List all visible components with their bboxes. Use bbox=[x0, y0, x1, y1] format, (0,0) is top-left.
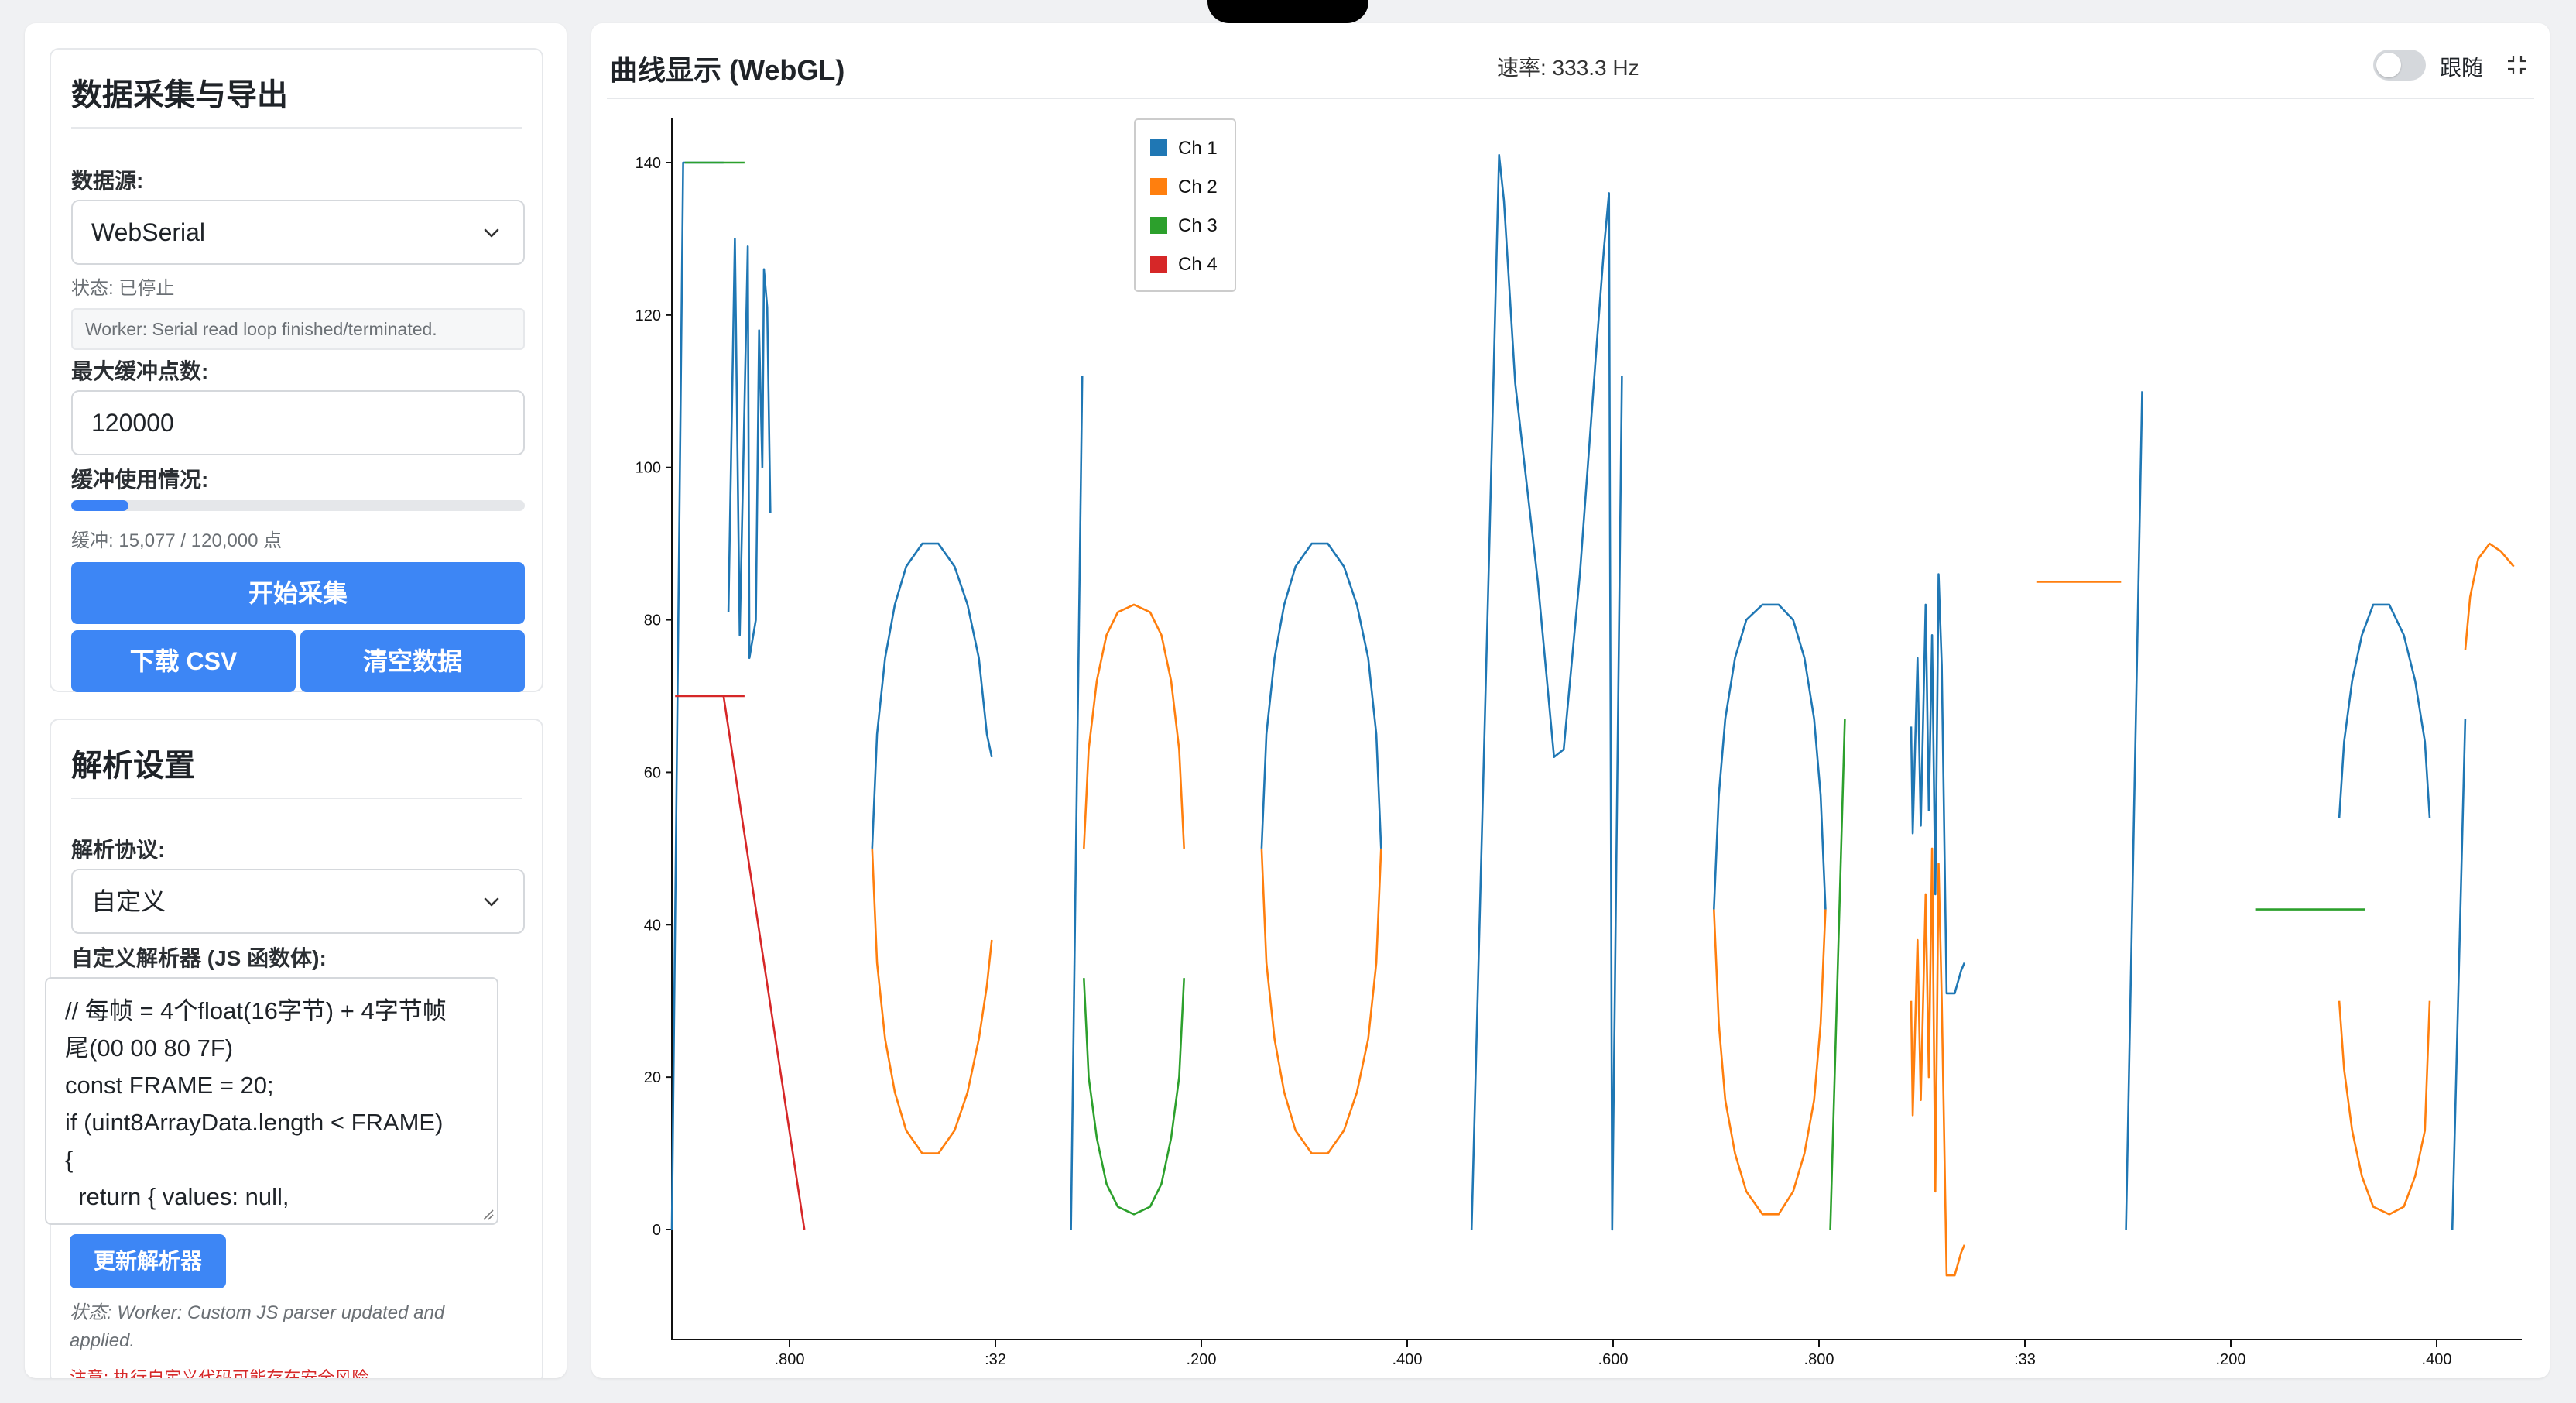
x-tick-label: .400 bbox=[2422, 1351, 2452, 1368]
camera-notch bbox=[1208, 0, 1368, 23]
code-line: frameByteLength: 0 }; bbox=[65, 1216, 486, 1223]
x-tick-label: .800 bbox=[1804, 1351, 1834, 1368]
code-line: return { values: null, bbox=[65, 1183, 289, 1210]
max-buffer-value: 120000 bbox=[91, 409, 174, 437]
code-line: // 每帧 = 4个float(16字节) + 4字节帧 bbox=[65, 997, 447, 1024]
legend-swatch bbox=[1150, 256, 1167, 273]
download-csv-button[interactable]: 下载 CSV bbox=[71, 630, 296, 692]
code-line: 尾(00 00 80 7F) bbox=[65, 1034, 234, 1062]
parser-title: 解析设置 bbox=[71, 749, 195, 783]
protocol-label: 解析协议: bbox=[71, 838, 166, 862]
data-source-label: 数据源: bbox=[71, 169, 144, 193]
buffer-usage-text: 缓冲: 15,077 / 120,000 点 bbox=[71, 530, 283, 551]
y-tick-label: 80 bbox=[644, 612, 661, 629]
chevron-down-icon bbox=[484, 897, 499, 907]
series-line-ch3 bbox=[1083, 978, 1185, 1216]
y-tick-label: 0 bbox=[653, 1222, 661, 1239]
buffer-progress-fill bbox=[71, 500, 128, 511]
protocol-value: 自定义 bbox=[91, 887, 166, 915]
parser-status: 状态: Worker: Custom JS parser updated and… bbox=[70, 1302, 445, 1351]
custom-parser-code-editor[interactable]: // 每帧 = 4个float(16字节) + 4字节帧 尾(00 00 80 … bbox=[45, 977, 498, 1225]
acquisition-status: 状态: 已停止 bbox=[71, 278, 175, 299]
series-line-ch1 bbox=[871, 542, 993, 849]
legend-label: Ch 3 bbox=[1178, 215, 1218, 236]
series-line-ch2 bbox=[1910, 847, 1966, 1277]
legend-label: Ch 1 bbox=[1178, 138, 1218, 159]
protocol-select[interactable]: 自定义 bbox=[71, 869, 525, 934]
x-tick-label: .800 bbox=[775, 1351, 805, 1368]
series-line-ch4 bbox=[722, 695, 806, 1230]
series-line-ch2 bbox=[2464, 542, 2515, 651]
series-line-ch1 bbox=[2451, 719, 2467, 1230]
custom-parser-label: 自定义解析器 (JS 函数体): bbox=[71, 946, 327, 970]
resize-handle-icon[interactable] bbox=[480, 1206, 494, 1220]
worker-message: Worker: Serial read loop finished/termin… bbox=[71, 308, 525, 350]
control-panel: 数据采集与导出 数据源: WebSerial 状态: 已停止 Worker: S… bbox=[25, 23, 567, 1378]
y-tick-label: 120 bbox=[635, 307, 661, 324]
series-line-ch2 bbox=[2338, 1000, 2431, 1216]
legend-swatch bbox=[1150, 217, 1167, 234]
data-source-value: WebSerial bbox=[91, 218, 206, 246]
legend-label: Ch 2 bbox=[1178, 177, 1218, 197]
data-source-select[interactable]: WebSerial bbox=[71, 200, 525, 265]
update-parser-button[interactable]: 更新解析器 bbox=[70, 1234, 226, 1288]
legend-swatch bbox=[1150, 139, 1167, 156]
series-line-ch1 bbox=[2125, 391, 2143, 1230]
x-tick-label: .600 bbox=[1598, 1351, 1629, 1368]
y-tick-label: 100 bbox=[635, 460, 661, 477]
x-tick-label: .200 bbox=[2216, 1351, 2246, 1368]
security-warning: 注意: 执行自定义代码可能存在安全风险 bbox=[70, 1368, 369, 1378]
y-tick-label: 60 bbox=[644, 764, 661, 781]
legend-label: Ch 4 bbox=[1178, 254, 1218, 275]
code-line: { bbox=[65, 1146, 74, 1173]
buffer-usage-label: 缓冲使用情况: bbox=[71, 468, 209, 492]
divider bbox=[71, 127, 522, 129]
series-line-ch2 bbox=[1260, 848, 1382, 1154]
series-line-ch2 bbox=[1083, 603, 1185, 849]
series-line-ch1 bbox=[1070, 376, 1084, 1230]
series-line-ch1 bbox=[1260, 542, 1382, 849]
start-acquisition-button[interactable]: 开始采集 bbox=[71, 562, 525, 624]
x-tick-label: :33 bbox=[2014, 1351, 2036, 1368]
code-line: const FRAME = 20; bbox=[65, 1072, 274, 1099]
buffer-progress-bar bbox=[71, 500, 525, 511]
acquisition-title: 数据采集与导出 bbox=[71, 78, 288, 112]
x-tick-label: :32 bbox=[985, 1351, 1006, 1368]
code-line: if (uint8ArrayData.length < FRAME) bbox=[65, 1109, 444, 1136]
legend-swatch bbox=[1150, 178, 1167, 195]
max-buffer-input[interactable]: 120000 bbox=[71, 390, 525, 455]
max-buffer-label: 最大缓冲点数: bbox=[71, 359, 209, 383]
series-line-ch1 bbox=[1470, 153, 1623, 1231]
y-tick-label: 40 bbox=[644, 917, 661, 934]
chart-panel: 曲线显示 (WebGL) 速率: 333.3 Hz 跟随 0 20 40 60 80 10… bbox=[591, 23, 2550, 1378]
series-line-ch1 bbox=[727, 238, 772, 660]
series-line-ch1 bbox=[1713, 603, 1827, 910]
x-tick-label: .200 bbox=[1187, 1351, 1217, 1368]
x-tick-label: .400 bbox=[1392, 1351, 1423, 1368]
series-line-ch3 bbox=[1829, 719, 1846, 1230]
series-line-ch1 bbox=[2338, 603, 2431, 818]
line-chart[interactable]: 0 20 40 60 80 100 120 140 .800 :32 .200 .400 .600 .80… bbox=[591, 23, 2550, 1378]
chevron-down-icon bbox=[484, 228, 499, 238]
acquisition-card: 数据采集与导出 数据源: WebSerial 状态: 已停止 Worker: S… bbox=[50, 48, 543, 692]
series-line-ch2 bbox=[1713, 909, 1827, 1216]
series-line-ch2 bbox=[871, 848, 993, 1154]
y-tick-label: 140 bbox=[635, 155, 661, 172]
clear-data-button[interactable]: 清空数据 bbox=[300, 630, 525, 692]
y-tick-label: 20 bbox=[644, 1069, 661, 1086]
divider bbox=[71, 798, 522, 799]
